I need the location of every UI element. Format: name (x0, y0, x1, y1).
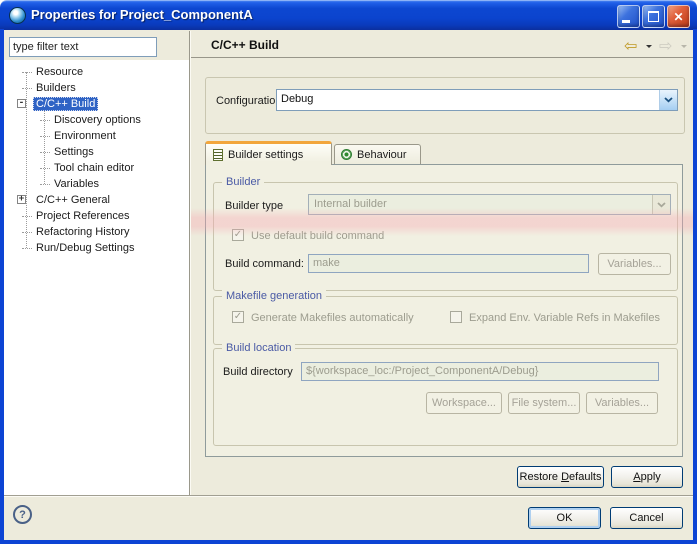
variables-button: Variables... (598, 253, 671, 275)
tree-item-run-debug-settings[interactable]: Run/Debug Settings (4, 240, 189, 256)
tree-item-environment[interactable]: Environment (4, 128, 189, 144)
build-location-group: Build location Build directory ${workspa… (213, 348, 678, 446)
help-button[interactable]: ? (13, 505, 32, 524)
makefile-generation-group: Makefile generation ✓ Generate Makefiles… (213, 296, 678, 345)
title-bar[interactable]: Properties for Project_ComponentA ✕ (0, 0, 697, 30)
check-icon: ✓ (234, 311, 242, 322)
tree-item-variables[interactable]: Variables (4, 176, 189, 192)
workspace-button: Workspace... (426, 392, 502, 414)
tree-item-tool-chain-editor[interactable]: Tool chain editor (4, 160, 189, 176)
expand-icon[interactable]: + (17, 195, 26, 204)
use-default-build-command-label: Use default build command (251, 230, 384, 242)
back-icon[interactable]: ⇦ (624, 36, 637, 56)
tree-item-discovery-options[interactable]: Discovery options (4, 112, 189, 128)
properties-tree: Resource Builders -C/C++ Build Discovery… (4, 60, 189, 496)
forward-dropdown-caret (681, 45, 687, 48)
tree-item-resource[interactable]: Resource (4, 64, 189, 80)
builder-type-value: Internal builder (314, 198, 387, 210)
header-separator (191, 57, 693, 58)
tab-builder-settings[interactable]: Builder settings (205, 141, 332, 165)
check-icon: ✓ (234, 229, 242, 240)
minimize-icon (622, 20, 630, 23)
chevron-down-icon[interactable] (659, 90, 677, 110)
expand-env-refs-checkbox (450, 311, 462, 323)
tree-item-cpp-general[interactable]: +C/C++ General (4, 192, 189, 208)
file-system-button: File system... (508, 392, 580, 414)
maximize-button[interactable] (642, 5, 665, 28)
build-command-field: make (308, 254, 589, 273)
help-icon: ? (19, 509, 26, 521)
minimize-button[interactable] (617, 5, 640, 28)
tree-item-settings[interactable]: Settings (4, 144, 189, 160)
builder-type-combobox: Internal builder (308, 194, 671, 215)
tree-item-project-references[interactable]: Project References (4, 208, 189, 224)
builder-settings-icon (213, 149, 223, 161)
chevron-down-icon (652, 195, 670, 214)
builder-group: Builder Builder type Internal builder ✓ … (213, 182, 678, 291)
footer-separator-highlight (4, 496, 693, 497)
configuration-group: Configuration: Debug (205, 77, 685, 134)
ok-button[interactable]: OK (528, 507, 601, 529)
build-directory-label: Build directory (223, 366, 293, 378)
builder-type-label: Builder type (225, 200, 283, 212)
restore-defaults-button[interactable]: Restore Defaults (517, 466, 604, 488)
panel-divider-highlight (190, 31, 191, 496)
behaviour-icon (341, 149, 352, 160)
generate-makefiles-checkbox: ✓ (232, 311, 244, 323)
collapse-icon[interactable]: - (17, 99, 26, 108)
filter-input[interactable] (9, 37, 157, 57)
tab-behaviour[interactable]: Behaviour (334, 144, 421, 164)
apply-button[interactable]: Apply (611, 466, 683, 488)
tree-item-builders[interactable]: Builders (4, 80, 189, 96)
tree-item-cpp-build[interactable]: -C/C++ Build (4, 96, 189, 112)
configuration-combobox[interactable]: Debug (276, 89, 678, 111)
variables-location-button: Variables... (586, 392, 658, 414)
builder-group-title: Builder (222, 176, 264, 188)
configuration-value: Debug (281, 93, 313, 105)
close-icon: ✕ (673, 10, 683, 24)
configuration-label: Configuration: (216, 95, 285, 107)
generate-makefiles-label: Generate Makefiles automatically (251, 312, 414, 324)
build-command-label: Build command: (225, 258, 304, 270)
app-icon (9, 7, 26, 24)
page-title: C/C++ Build (211, 38, 279, 52)
cancel-button[interactable]: Cancel (610, 507, 683, 529)
build-location-group-title: Build location (222, 342, 295, 354)
window-title: Properties for Project_ComponentA (31, 0, 253, 29)
makefile-group-title: Makefile generation (222, 290, 326, 302)
back-dropdown-caret[interactable] (646, 45, 652, 48)
build-directory-field: ${workspace_loc:/Project_ComponentA/Debu… (301, 362, 659, 381)
properties-dialog: Properties for Project_ComponentA ✕ Reso… (0, 0, 697, 544)
expand-env-refs-label: Expand Env. Variable Refs in Makefiles (469, 312, 660, 324)
forward-icon: ⇨ (659, 36, 672, 56)
close-button[interactable]: ✕ (667, 5, 690, 28)
use-default-build-command-checkbox: ✓ (232, 229, 244, 241)
tree-item-refactoring-history[interactable]: Refactoring History (4, 224, 189, 240)
maximize-icon (648, 11, 659, 22)
